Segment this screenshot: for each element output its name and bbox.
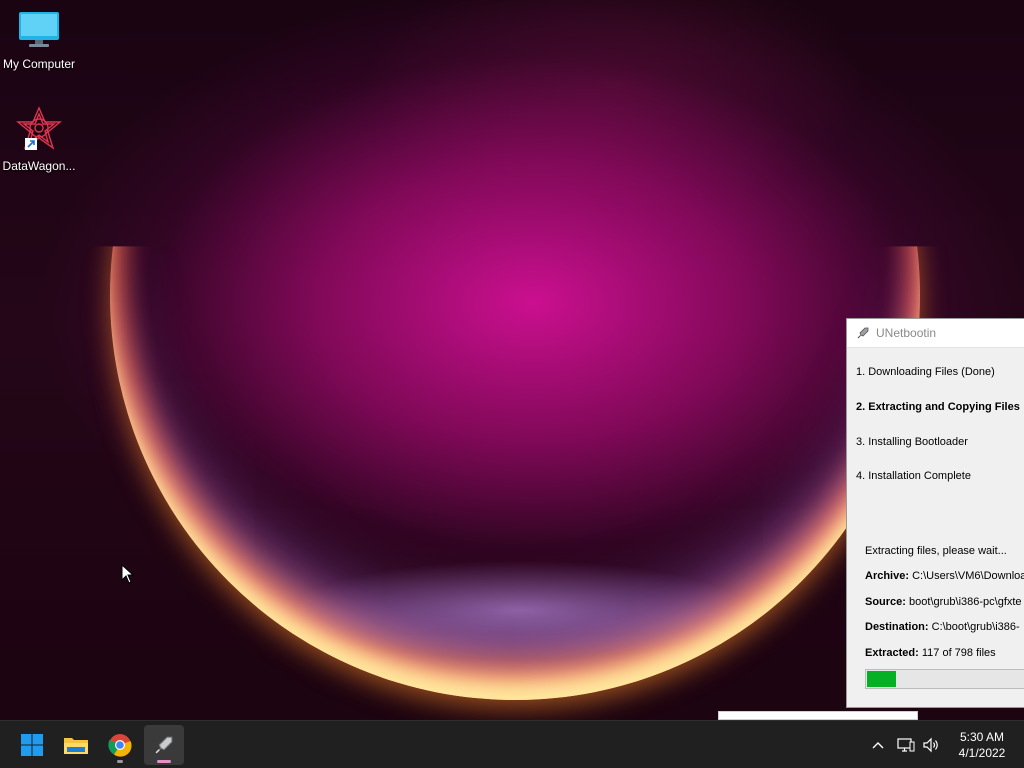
mouse-cursor-icon — [121, 564, 135, 584]
taskbar-unetbootin[interactable] — [144, 725, 184, 765]
clock-time: 5:30 AM — [959, 730, 1005, 744]
volume-icon — [923, 737, 938, 753]
extracted-value: 117 of 798 files — [921, 647, 996, 659]
desktop-icon-label: DataWagon... — [2, 159, 76, 173]
running-indicator — [117, 760, 123, 763]
network-icon — [897, 738, 915, 752]
extracted-line: Extracted: 117 of 798 files — [865, 647, 996, 659]
status-text: Extracting files, please wait... — [865, 545, 1007, 557]
destination-label: Destination: — [865, 621, 929, 633]
step-installation-complete: 4. Installation Complete — [856, 470, 971, 482]
desktop-icon-my-computer[interactable]: My Computer — [0, 10, 78, 71]
progress-bar — [865, 669, 1024, 689]
unetbootin-icon — [155, 736, 173, 754]
start-button[interactable] — [12, 725, 52, 765]
source-value: boot\grub\i386-pc\gfxte — [909, 596, 1022, 608]
step-extracting: 2. Extracting and Copying Files — [856, 401, 1020, 413]
show-hidden-icons-button[interactable] — [868, 735, 888, 755]
step-installing-bootloader: 3. Installing Bootloader — [856, 436, 968, 448]
popup-edge — [718, 711, 918, 720]
extracted-label: Extracted: — [865, 647, 919, 659]
desktop-icon-label: My Computer — [2, 57, 76, 71]
monitor-icon — [19, 12, 59, 47]
unetbootin-icon — [857, 327, 869, 339]
window-titlebar[interactable]: UNetbootin — [847, 319, 1024, 348]
source-label: Source: — [865, 596, 906, 608]
progress-bar-fill — [867, 671, 896, 687]
volume-button[interactable] — [921, 735, 941, 755]
chevron-up-icon — [872, 742, 884, 749]
clock-date: 4/1/2022 — [958, 746, 1006, 760]
active-indicator — [157, 760, 171, 763]
taskbar-chrome[interactable] — [100, 725, 140, 765]
datawagon-app-icon — [16, 106, 62, 150]
chrome-icon — [108, 734, 132, 757]
archive-label: Archive: — [865, 570, 910, 582]
source-line: Source: boot\grub\i386-pc\gfxte — [865, 596, 1022, 608]
destination-line: Destination: C:\boot\grub\i386- — [865, 621, 1020, 633]
taskbar-file-explorer[interactable] — [56, 725, 96, 765]
unetbootin-window[interactable]: UNetbootin 1. Downloading Files (Done) 2… — [846, 318, 1024, 708]
destination-value: C:\boot\grub\i386- — [931, 621, 1020, 633]
taskbar: 5:30 AM 4/1/2022 — [0, 720, 1024, 768]
desktop-icon-datawagon[interactable]: DataWagon... — [0, 106, 78, 173]
windows-logo-icon — [21, 734, 43, 756]
archive-line: Archive: C:\Users\VM6\Downloa — [865, 570, 1024, 582]
archive-value: C:\Users\VM6\Downloa — [912, 570, 1024, 582]
network-button[interactable] — [896, 735, 916, 755]
taskbar-clock[interactable]: 5:30 AM 4/1/2022 — [944, 729, 1020, 761]
step-downloading: 1. Downloading Files (Done) — [856, 366, 995, 378]
folder-icon — [64, 738, 88, 754]
window-title: UNetbootin — [876, 326, 937, 340]
wallpaper-glow — [290, 560, 750, 660]
